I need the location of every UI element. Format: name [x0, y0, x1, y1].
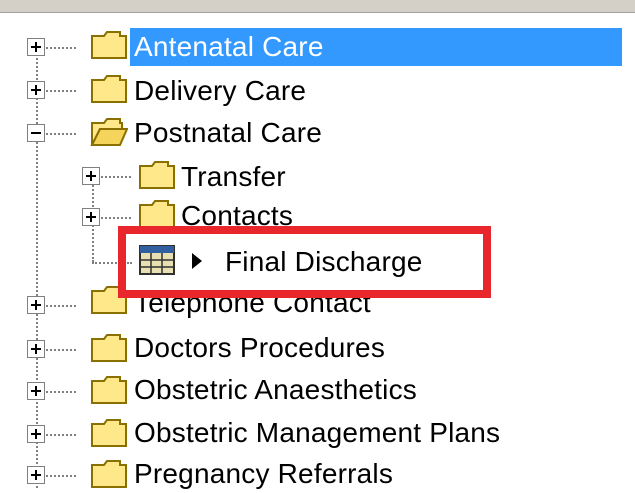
- expand-delivery-button[interactable]: [27, 81, 45, 99]
- table-grid-icon: [139, 245, 175, 275]
- tree-connector: [46, 47, 76, 49]
- tree-item-final-discharge[interactable]: Final Discharge: [222, 244, 426, 280]
- folder-open-icon: [90, 118, 128, 146]
- collapse-postnatal-button[interactable]: [27, 124, 45, 142]
- tree-connector: [46, 434, 76, 436]
- tree-item-obstetric-management-plans[interactable]: Obstetric Management Plans: [131, 415, 503, 451]
- tree-connector: [46, 349, 76, 351]
- tree-view-panel: Antenatal Care Delivery Care Postnatal C…: [0, 0, 635, 493]
- folder-icon: [91, 75, 127, 103]
- tree-item-transfer[interactable]: Transfer: [178, 159, 289, 195]
- expand-telephone-button[interactable]: [27, 296, 45, 314]
- folder-icon: [91, 419, 127, 447]
- play-arrow-icon: [192, 253, 202, 269]
- tree-item-contacts[interactable]: Contacts: [178, 198, 296, 234]
- tree-item-telephone-contact[interactable]: Telephone Contact: [131, 285, 374, 321]
- expand-contacts-button[interactable]: [82, 208, 100, 226]
- tree-connector: [46, 391, 76, 393]
- tree-item-postnatal-care[interactable]: Postnatal Care: [131, 115, 325, 151]
- expand-doctors-button[interactable]: [27, 340, 45, 358]
- folder-icon: [91, 286, 127, 314]
- folder-icon: [139, 161, 175, 189]
- tree-item-antenatal-care[interactable]: Antenatal Care: [131, 29, 327, 65]
- tree-item-delivery-care[interactable]: Delivery Care: [131, 73, 309, 109]
- folder-icon: [91, 31, 127, 59]
- tree-item-doctors-procedures[interactable]: Doctors Procedures: [131, 330, 388, 366]
- folder-icon: [139, 200, 175, 228]
- tree-connector: [92, 262, 132, 264]
- tree-connector: [46, 90, 76, 92]
- expand-referrals-button[interactable]: [27, 466, 45, 484]
- panel-top-border: [0, 0, 635, 13]
- folder-icon: [91, 376, 127, 404]
- expand-anaesthetics-button[interactable]: [27, 382, 45, 400]
- expand-transfer-button[interactable]: [82, 167, 100, 185]
- tree-item-pregnancy-referrals[interactable]: Pregnancy Referrals: [131, 456, 396, 492]
- tree-connector-root: [36, 58, 38, 488]
- tree-connector: [46, 133, 76, 135]
- tree-item-obstetric-anaesthetics[interactable]: Obstetric Anaesthetics: [131, 372, 420, 408]
- folder-icon: [91, 334, 127, 362]
- expand-management-button[interactable]: [27, 425, 45, 443]
- tree-connector: [46, 305, 76, 307]
- tree-connector: [46, 475, 76, 477]
- folder-icon: [91, 460, 127, 488]
- tree-connector: [101, 217, 131, 219]
- expand-antenatal-button[interactable]: [27, 38, 45, 56]
- tree-connector: [101, 176, 131, 178]
